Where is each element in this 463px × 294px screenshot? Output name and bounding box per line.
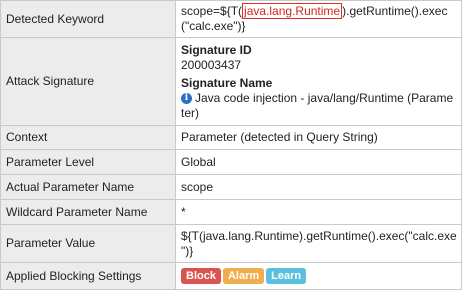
applied-blocking-settings-row: Applied Blocking Settings Block Alarm Lear… — [0, 262, 462, 290]
detected-keyword-label: Detected Keyword — [0, 0, 176, 38]
detected-keyword-row: Detected Keyword scope=${T(java.lang.Run… — [0, 0, 462, 38]
parameter-level-label: Parameter Level — [0, 149, 176, 175]
context-row: Context Parameter (detected in Query Str… — [0, 125, 462, 150]
keyword-suffix: ).getRuntime().exec — [342, 4, 448, 18]
attack-signature-label: Attack Signature — [0, 37, 176, 126]
info-icon[interactable]: i — [181, 92, 192, 104]
detected-keyword-value: scope=${T(java.lang.Runtime).getRuntime(… — [175, 0, 462, 38]
parameter-value-line2: ")} — [181, 243, 194, 258]
signature-name-heading: Signature Name — [181, 75, 273, 90]
parameter-value-row: Parameter Value ${T(java.lang.Runtime).g… — [0, 224, 462, 263]
attack-signature-value: Signature ID 200003437 Signature Name iJ… — [175, 37, 462, 126]
actual-parameter-name-row: Actual Parameter Name scope — [0, 174, 462, 200]
alarm-badge: Alarm — [222, 268, 265, 284]
wildcard-parameter-name-label: Wildcard Parameter Name — [0, 199, 176, 225]
parameter-value-value: ${T(java.lang.Runtime).getRuntime().exec… — [175, 224, 462, 263]
parameter-value-label: Parameter Value — [0, 224, 176, 263]
context-label: Context — [0, 125, 176, 150]
keyword-highlight: java.lang.Runtime — [242, 3, 343, 19]
wildcard-parameter-name-value: * — [175, 199, 462, 225]
actual-parameter-name-label: Actual Parameter Name — [0, 174, 176, 200]
parameter-value-line1: ${T(java.lang.Runtime).getRuntime().exec… — [181, 228, 457, 243]
parameter-level-value: Global — [175, 149, 462, 175]
signature-name-line2: ter) — [181, 105, 199, 120]
block-badge: Block — [181, 268, 221, 284]
signature-name-line1-wrap: i Java code injection - java/lang/Runtime… — [181, 91, 456, 106]
applied-blocking-settings-label: Applied Blocking Settings — [0, 262, 176, 290]
wildcard-parameter-name-row: Wildcard Parameter Name * — [0, 199, 462, 225]
request-details-table: Detected Keyword scope=${T(java.lang.Run… — [0, 0, 462, 290]
parameter-level-row: Parameter Level Global — [0, 149, 462, 175]
context-value: Parameter (detected in Query String) — [175, 125, 462, 150]
learn-badge: Learn — [266, 268, 307, 284]
actual-parameter-name-value: scope — [175, 174, 462, 200]
attack-signature-row: Attack Signature Signature ID 200003437 … — [0, 37, 462, 126]
signature-id-heading: Signature ID — [181, 42, 252, 57]
keyword-line2: ("calc.exe")} — [181, 19, 246, 33]
applied-blocking-settings-value: Block Alarm Learn — [175, 262, 462, 290]
signature-id-value: 200003437 — [181, 57, 242, 72]
keyword-prefix: scope=${T( — [181, 4, 243, 18]
signature-name-line1: Java code injection - java/lang/Runtime … — [195, 90, 454, 105]
